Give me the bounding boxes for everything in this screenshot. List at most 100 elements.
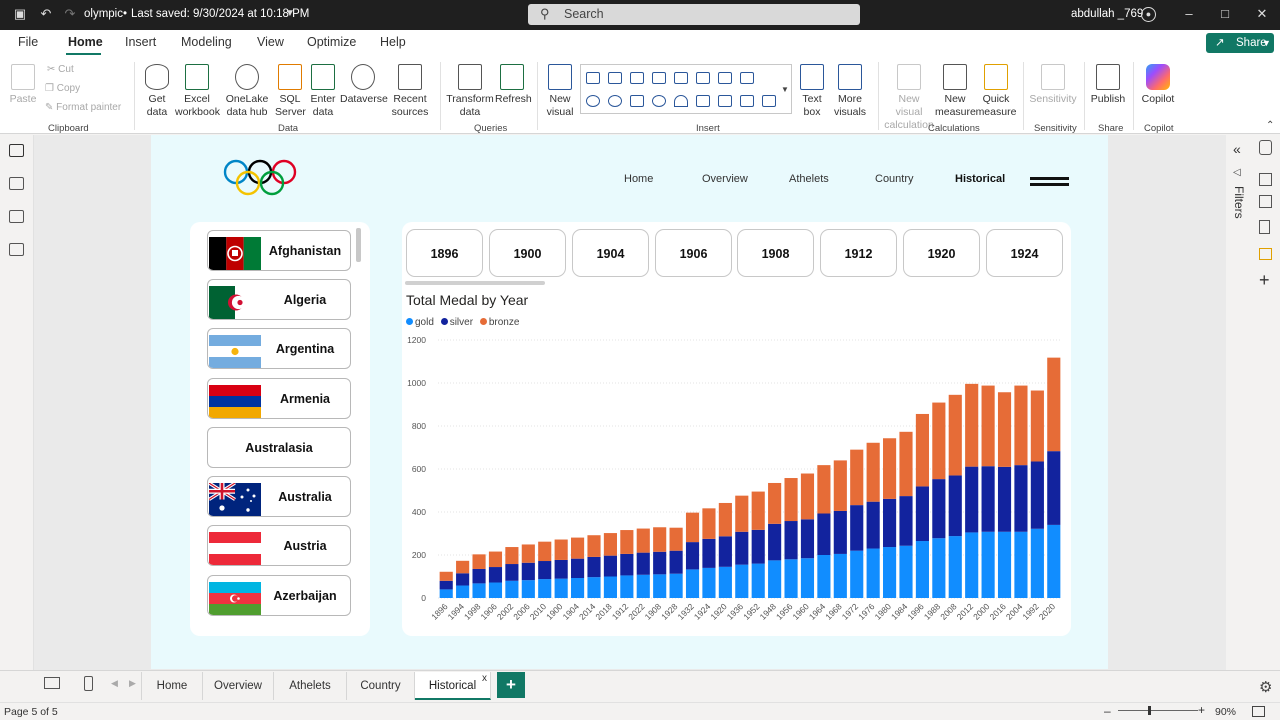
recent-sources-button[interactable]: Recent sources	[389, 64, 431, 119]
save-icon[interactable]: ▣	[12, 6, 28, 22]
year-slicer-scrollbar[interactable]	[405, 281, 545, 285]
bar-segment-gold[interactable]	[965, 532, 979, 598]
bar-segment-bronze[interactable]	[521, 544, 535, 563]
bar-segment-silver[interactable]	[653, 551, 667, 575]
bar-segment-silver[interactable]	[636, 552, 650, 575]
page-tab-historical[interactable]: Historical	[415, 672, 491, 700]
year-button-1920[interactable]: 1920	[903, 229, 980, 277]
bar-segment-silver[interactable]	[1047, 451, 1061, 525]
bar-segment-gold[interactable]	[505, 580, 519, 598]
bar-segment-silver[interactable]	[948, 475, 962, 537]
zoom-in-icon[interactable]: +	[1198, 703, 1205, 717]
account-icon[interactable]: ●	[1141, 7, 1156, 22]
bar-segment-gold[interactable]	[488, 582, 503, 598]
legend-item-bronze[interactable]: bronze	[479, 317, 519, 328]
bar-segment-silver[interactable]	[1014, 465, 1028, 532]
bar-segment-gold[interactable]	[439, 589, 453, 598]
mobile-layout-icon[interactable]	[84, 676, 93, 691]
undo-icon[interactable]: ↶	[38, 6, 54, 22]
bar-segment-bronze[interactable]	[833, 460, 847, 511]
column-chart-icon[interactable]	[608, 72, 622, 84]
bar-segment-gold[interactable]	[915, 541, 929, 598]
bar-segment-gold[interactable]	[620, 575, 634, 598]
redo-icon[interactable]: ↷	[62, 6, 78, 22]
model-view-icon[interactable]	[9, 210, 24, 223]
year-button-1900[interactable]: 1900	[489, 229, 566, 277]
bar-segment-gold[interactable]	[784, 559, 798, 598]
nav-country[interactable]: Country	[875, 173, 914, 185]
area-chart-icon[interactable]	[718, 72, 732, 84]
page-tab-overview[interactable]: Overview	[203, 672, 274, 700]
new-visual-calculation-button[interactable]: New visual calculation	[884, 64, 934, 132]
page-tab-athelets[interactable]: Athelets	[274, 672, 347, 700]
fit-to-page-icon[interactable]	[1252, 706, 1265, 717]
filters-pane-label[interactable]: Filters	[1232, 186, 1246, 219]
bar-segment-bronze[interactable]	[915, 413, 929, 487]
bar-segment-bronze[interactable]	[488, 551, 503, 568]
transform-data-button[interactable]: Transform data	[446, 64, 494, 119]
nav-home[interactable]: Home	[624, 173, 653, 185]
bar-segment-gold[interactable]	[800, 558, 815, 598]
bar-segment-silver[interactable]	[833, 510, 847, 554]
page-tab-country[interactable]: Country	[347, 672, 415, 700]
bar-segment-gold[interactable]	[587, 577, 601, 598]
year-button-1908[interactable]: 1908	[737, 229, 814, 277]
prev-page-icon[interactable]: ◀	[111, 678, 118, 689]
bar-segment-gold[interactable]	[768, 560, 782, 598]
bar-segment-silver[interactable]	[866, 501, 880, 549]
bar-segment-gold[interactable]	[669, 573, 683, 598]
copilot-button[interactable]: Copilot	[1139, 64, 1177, 106]
bar-segment-bronze[interactable]	[1030, 390, 1044, 462]
slicer-icon[interactable]	[718, 95, 732, 107]
page-tab-home[interactable]: Home	[141, 672, 203, 700]
table-view-icon[interactable]	[9, 177, 24, 190]
bar-segment-gold[interactable]	[603, 576, 617, 599]
selection-icon[interactable]	[1259, 248, 1272, 260]
country-button-armenia[interactable]: Armenia	[207, 378, 351, 419]
bar-segment-gold[interactable]	[1047, 524, 1061, 598]
bar-segment-bronze[interactable]	[702, 508, 716, 539]
country-button-azerbaijan[interactable]: Azerbaijan	[207, 575, 351, 616]
bar-segment-bronze[interactable]	[554, 539, 568, 560]
bar-segment-bronze[interactable]	[883, 438, 897, 499]
bar-segment-gold[interactable]	[718, 566, 732, 598]
bar-segment-gold[interactable]	[899, 545, 913, 598]
bar-segment-silver[interactable]	[800, 519, 815, 559]
legend-item-silver[interactable]: silver	[440, 317, 473, 328]
format-painter-button[interactable]: ✎ Format painter	[45, 102, 121, 113]
bar-segment-bronze[interactable]	[669, 527, 683, 551]
bar-segment-bronze[interactable]	[620, 530, 634, 554]
report-view-icon[interactable]	[9, 144, 24, 157]
sensitivity-button[interactable]: Sensitivity	[1028, 64, 1078, 106]
bar-segment-bronze[interactable]	[784, 478, 798, 522]
bar-segment-silver[interactable]	[620, 553, 634, 576]
bar-segment-gold[interactable]	[948, 536, 962, 598]
bar-segment-silver[interactable]	[915, 486, 929, 542]
bar-segment-silver[interactable]	[603, 555, 617, 577]
next-page-icon[interactable]: ▶	[129, 678, 136, 689]
bar-segment-gold[interactable]	[685, 569, 700, 598]
gallery-expand-icon[interactable]: ▼	[781, 85, 789, 94]
new-visual-button[interactable]: New visual	[544, 64, 576, 119]
bar-segment-silver[interactable]	[932, 479, 946, 539]
zoom-out-icon[interactable]: –	[1104, 704, 1111, 718]
bar-segment-silver[interactable]	[1030, 461, 1044, 529]
dax-query-icon[interactable]	[9, 243, 24, 256]
bar-segment-bronze[interactable]	[636, 528, 650, 553]
country-button-afghanistan[interactable]: Afghanistan	[207, 230, 351, 271]
search-input[interactable]: ⚲ Search	[528, 4, 860, 25]
line-chart-icon[interactable]	[696, 72, 710, 84]
get-data-button[interactable]: Get data	[140, 64, 174, 119]
legend-item-gold[interactable]: gold	[406, 317, 434, 328]
bar-segment-gold[interactable]	[735, 564, 749, 598]
bar-segment-silver[interactable]	[521, 562, 535, 581]
bar-segment-silver[interactable]	[554, 559, 568, 579]
bar-segment-gold[interactable]	[932, 538, 946, 598]
bar-segment-bronze[interactable]	[718, 502, 732, 537]
clustered-bar-icon[interactable]	[630, 72, 644, 84]
excel-workbook-button[interactable]: Excel workbook	[175, 64, 220, 119]
text-box-button[interactable]: Text box	[797, 64, 827, 119]
bar-segment-bronze[interactable]	[603, 533, 617, 556]
bar-segment-gold[interactable]	[981, 531, 995, 598]
year-button-1912[interactable]: 1912	[820, 229, 897, 277]
